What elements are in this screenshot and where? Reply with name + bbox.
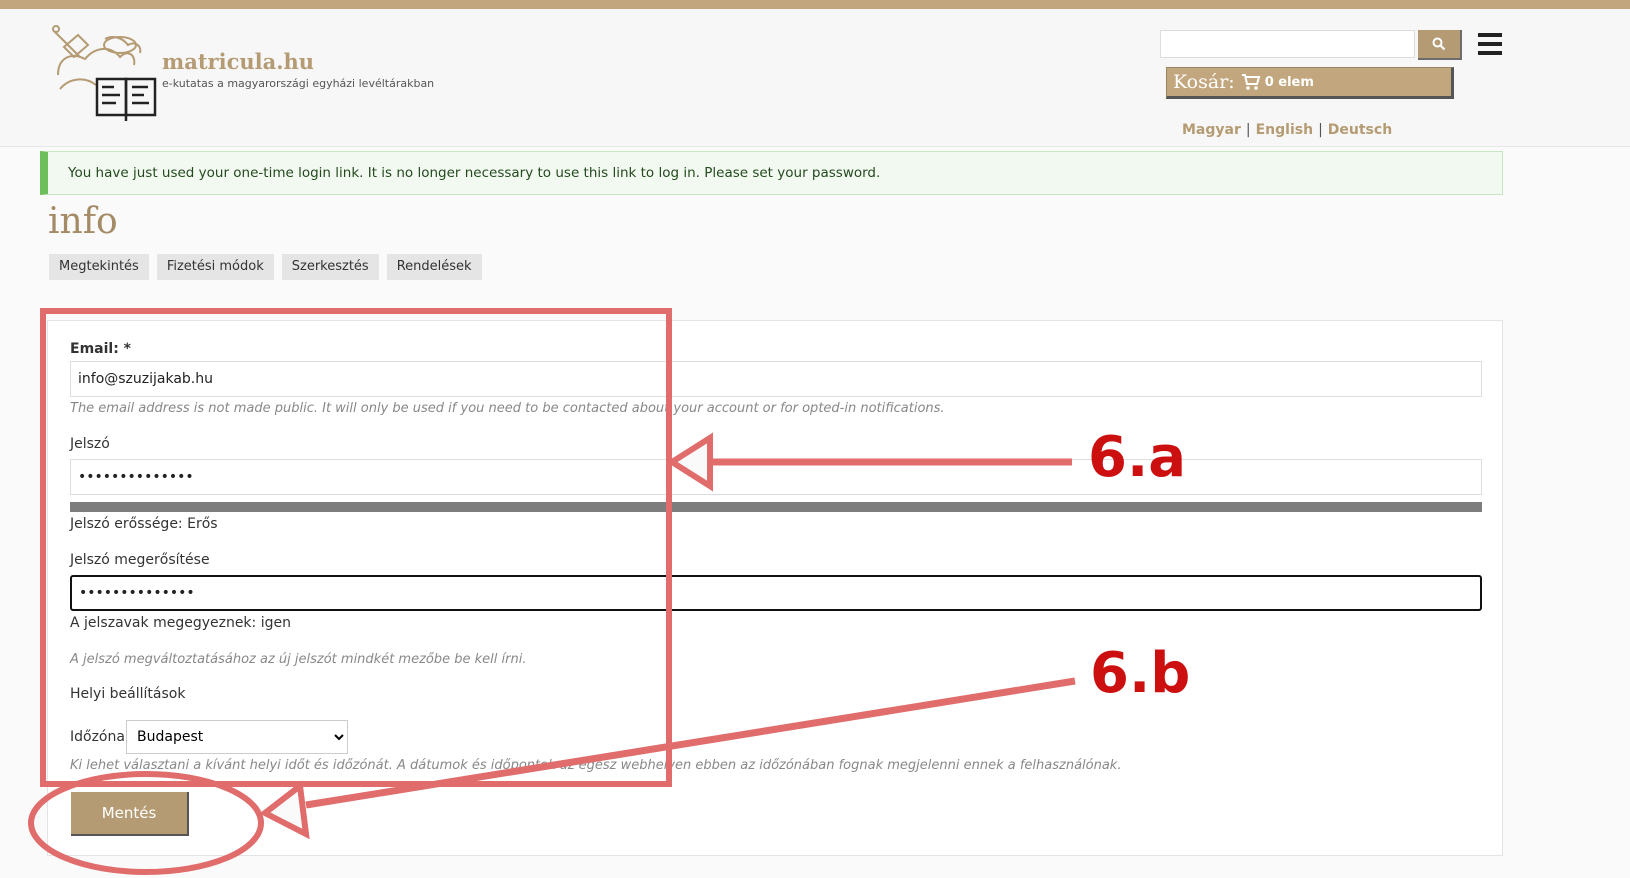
- site-header: matricula.hu e-kutatas a magyarországi e…: [0, 9, 1630, 147]
- email-label: Email: *: [70, 341, 131, 357]
- cart-label: Kosár:: [1173, 71, 1235, 93]
- timezone-description: Ki lehet választani a kívánt helyi időt …: [70, 758, 1122, 773]
- search-button[interactable]: [1418, 30, 1462, 60]
- book-logo-icon[interactable]: [50, 17, 160, 121]
- top-accent-bar: [0, 0, 1630, 9]
- tab-orders[interactable]: Rendelések: [386, 254, 482, 280]
- email-description: The email address is not made public. It…: [70, 401, 945, 416]
- timezone-select[interactable]: Budapest: [126, 720, 348, 754]
- email-field[interactable]: [70, 361, 1482, 397]
- hamburger-menu-icon[interactable]: [1478, 33, 1504, 55]
- tab-edit[interactable]: Szerkesztés: [281, 254, 379, 280]
- cart-count: 0 elem: [1264, 74, 1314, 90]
- tab-view[interactable]: Megtekintés: [49, 254, 149, 280]
- search-input[interactable]: [1160, 30, 1415, 58]
- password-match-text: A jelszavak megegyeznek: igen: [70, 615, 291, 631]
- locale-settings-heading: Helyi beállítások: [70, 686, 186, 702]
- search-icon: [1432, 37, 1446, 51]
- confirm-password-field[interactable]: [70, 575, 1482, 611]
- confirm-password-label: Jelszó megerősítése: [70, 552, 210, 568]
- password-field[interactable]: [70, 459, 1482, 495]
- password-description: A jelszó megváltoztatásához az új jelszó…: [70, 652, 527, 667]
- lang-german[interactable]: Deutsch: [1328, 122, 1392, 138]
- language-switcher: Magyar | English | Deutsch: [1182, 122, 1393, 138]
- timezone-label: Időzóna: [70, 729, 125, 745]
- local-tasks-tabs: Megtekintés Fizetési módok Szerkesztés R…: [49, 254, 482, 280]
- shopping-cart-icon: [1241, 74, 1261, 90]
- cart-button[interactable]: Kosár: 0 elem: [1166, 67, 1454, 99]
- page-title: info: [48, 201, 118, 242]
- site-name[interactable]: matricula.hu: [162, 49, 314, 74]
- save-button[interactable]: Mentés: [71, 792, 189, 836]
- password-label: Jelszó: [70, 436, 110, 452]
- annotation-label-a: 6.a: [1088, 425, 1187, 490]
- tab-payment-methods[interactable]: Fizetési módok: [156, 254, 274, 280]
- lang-english[interactable]: English: [1256, 122, 1313, 138]
- site-slogan: e-kutatas a magyarországi egyházi levélt…: [162, 77, 435, 90]
- password-strength-bar: [70, 502, 1482, 512]
- password-strength-text: Jelszó erőssége: Erős: [70, 516, 218, 532]
- lang-hungarian[interactable]: Magyar: [1182, 122, 1241, 138]
- status-message: You have just used your one-time login l…: [40, 151, 1503, 195]
- annotation-label-b: 6.b: [1090, 641, 1191, 706]
